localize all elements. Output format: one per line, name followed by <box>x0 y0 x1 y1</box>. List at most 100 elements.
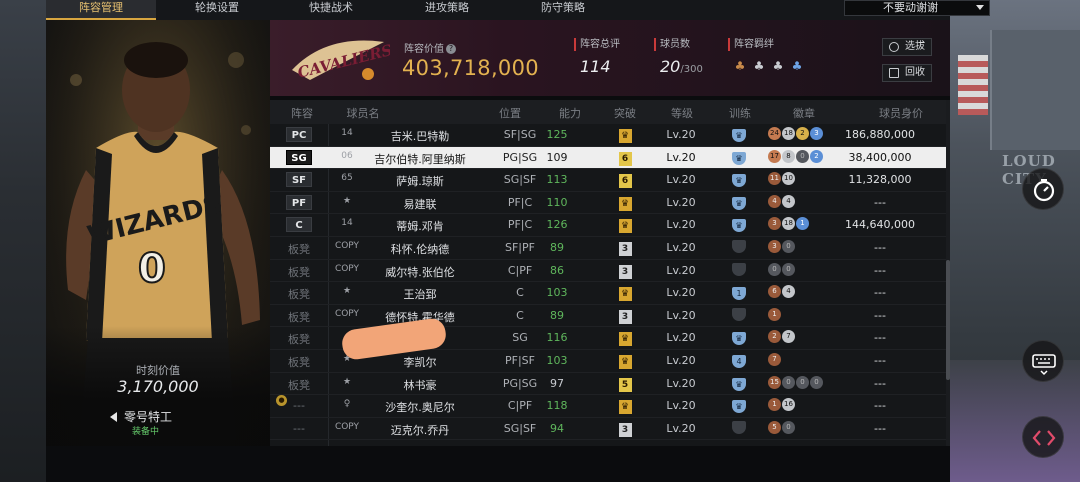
player-number: ♀ <box>343 399 351 410</box>
player-name[interactable]: 林书豪 <box>360 377 480 393</box>
player-name[interactable]: 蒂姆.邓肯 <box>360 218 480 234</box>
lineup-slot: 板凳 <box>288 265 310 279</box>
table-row[interactable]: 板凳 COPY 威尔特.张伯伦 C|PF 86 3 Lv.20 0 0 --- <box>270 260 946 283</box>
card-name[interactable]: 零号特工 <box>124 408 172 425</box>
breakthrough-cell: 3 <box>612 264 638 279</box>
background-right: LOUD CITY <box>950 0 1080 482</box>
training-cell <box>728 240 750 256</box>
player-number: ★ <box>342 376 352 387</box>
player-count: 20 <box>660 57 681 76</box>
player-level: Lv.20 <box>666 218 696 232</box>
player-name[interactable]: 易建联 <box>360 196 480 212</box>
player-name[interactable]: 吉米.巴特勒 <box>360 128 480 144</box>
player-salary: 38,400,000 <box>848 150 912 164</box>
col-level[interactable]: 等级 <box>662 105 702 121</box>
lineup-slot: 板凳 <box>288 288 310 302</box>
player-salary: --- <box>874 399 886 413</box>
training-shield-icon: ♛ <box>732 377 746 391</box>
help-icon[interactable]: ? <box>446 44 456 54</box>
player-name[interactable]: 威尔特.张伯伦 <box>360 264 480 280</box>
player-level: Lv.20 <box>666 195 696 209</box>
lineup-slot: SF <box>270 172 328 188</box>
col-badges[interactable]: 徽章 <box>784 105 824 121</box>
table-row[interactable]: 板凳 ★ 林书豪 PG|SG 97 5 Lv.20 ♛ 15 0 0 0 --- <box>270 373 946 396</box>
player-level: Lv.20 <box>666 399 696 413</box>
lineup-dropdown[interactable]: 不要动谢谢 <box>844 0 990 16</box>
keyboard-button[interactable] <box>1022 340 1064 382</box>
prev-card-arrow-icon[interactable] <box>110 412 117 422</box>
keyboard-icon <box>1032 354 1056 376</box>
table-row[interactable]: PF ★ 易建联 PF|C 110 ♛ Lv.20 ♛ 4 4 --- <box>270 192 946 215</box>
training-shield-icon <box>732 420 746 434</box>
tab-offense[interactable]: 进攻策略 <box>392 0 502 20</box>
lineup-slot: 板凳 <box>288 356 310 369</box>
training-cell: ♛ <box>728 128 750 142</box>
tab-rotation[interactable]: 轮换设置 <box>162 0 272 20</box>
col-position[interactable]: 位置 <box>490 105 530 121</box>
badge-count: 0 <box>782 375 795 389</box>
table-row[interactable]: --- COPY 迈克尔.乔丹 SG|SF 94 3 Lv.20 5 0 --- <box>270 418 946 441</box>
people-silver-icon: ♣ <box>772 59 784 73</box>
col-name[interactable]: 球员名 <box>338 105 388 121</box>
table-row[interactable]: C 14 蒂姆.邓肯 PF|C 126 ♛ Lv.20 ♛ 3 18 1 144,640,000 <box>270 214 946 237</box>
col-lineup[interactable]: 阵容 <box>278 105 326 121</box>
player-number: ★ <box>342 195 352 206</box>
table-row[interactable]: PC 14 吉米.巴特勒 SF|SG 125 ♛ Lv.20 ♛ 24 18 2 3 186,880,0… <box>270 124 946 147</box>
player-name[interactable]: 王治郅 <box>360 286 480 302</box>
player-name[interactable]: 萨姆.琼斯 <box>360 173 480 189</box>
chem-stat: 阵容羁绊 <box>728 38 798 51</box>
breakthrough-level: 3 <box>618 264 632 279</box>
training-shield-icon: ♛ <box>732 129 746 142</box>
player-name[interactable]: 吉尔伯特.阿里纳斯 <box>360 151 480 167</box>
scrollbar-thumb[interactable] <box>946 260 950 380</box>
breakthrough-level: 3 <box>618 242 632 256</box>
badges-cell: 7 <box>768 353 781 366</box>
breakthrough-cell: 6 <box>612 173 638 189</box>
table-row[interactable]: 板凳 ★ 王治郅 C 103 ♛ Lv.20 1 6 4 --- <box>270 282 946 305</box>
player-salary: --- <box>874 308 886 322</box>
recycle-button[interactable]: 回收 <box>882 64 932 82</box>
player-number: 14 <box>341 218 353 229</box>
player-level: Lv.20 <box>666 286 696 300</box>
col-ability[interactable]: 能力 <box>550 105 590 121</box>
crown-icon: ♛ <box>618 196 632 211</box>
top-nav: 阵容管理 轮换设置 快捷战术 进攻策略 防守策略 不要动谢谢 <box>46 0 990 20</box>
table-row[interactable]: 板凳 COPY 科怀.伦纳德 SF|PF 89 3 Lv.20 3 0 --- <box>270 237 946 260</box>
breakthrough-level: 6 <box>618 174 632 189</box>
player-name[interactable]: 沙奎尔.奥尼尔 <box>360 399 480 415</box>
select-button[interactable]: 选拔 <box>882 38 932 56</box>
lineup-slot: SG <box>270 149 328 165</box>
table-row[interactable]: SF 65 萨姆.琼斯 SG|SF 113 6 Lv.20 ♛ 11 10 11,328,000 <box>270 169 946 192</box>
badge-count: 17 <box>768 149 781 163</box>
player-salary: 186,880,000 <box>845 128 915 141</box>
tab-quick-tactics[interactable]: 快捷战术 <box>276 0 386 20</box>
recycle-icon <box>889 68 899 78</box>
player-number: 65 <box>341 173 353 184</box>
timer-button[interactable] <box>1022 168 1064 210</box>
col-salary[interactable]: 球员身价 <box>866 105 936 121</box>
table-row[interactable]: 板凳 COPY 德怀特.霍华德 C 89 3 Lv.20 1 --- <box>270 305 946 328</box>
lineup-slot: --- <box>270 399 328 412</box>
player-ability: 97 <box>550 376 564 390</box>
table-row[interactable]: ● --- ♀ 沙奎尔.奥尼尔 C|PF 118 ♛ Lv.20 ♛ 1 16 --- <box>270 395 946 418</box>
scrollbar[interactable] <box>946 100 950 446</box>
player-ability: 116 <box>546 331 568 345</box>
player-name[interactable]: 迈克尔.乔丹 <box>360 422 480 438</box>
tab-defense[interactable]: 防守策略 <box>508 0 618 20</box>
player-name[interactable]: 科怀.伦纳德 <box>360 241 480 257</box>
player-salary: --- <box>874 421 886 435</box>
col-training[interactable]: 训练 <box>720 105 760 121</box>
breakthrough-level: 5 <box>618 377 632 392</box>
breakthrough-cell: ♛ <box>612 354 638 369</box>
code-toggle-button[interactable] <box>1022 416 1064 458</box>
col-breakthrough[interactable]: 突破 <box>606 105 644 121</box>
tab-roster[interactable]: 阵容管理 <box>46 0 156 20</box>
player-ability: 118 <box>546 399 568 413</box>
table-row[interactable]: SG 06 吉尔伯特.阿里纳斯 PG|SG 109 6 Lv.20 ♛ 17 8 0 2 38,400,… <box>270 146 946 170</box>
select-button-label: 选拔 <box>905 41 925 52</box>
lineup-slot: --- <box>293 421 305 435</box>
training-cell <box>728 307 750 324</box>
building-decor <box>990 30 1080 150</box>
people-bronze-icon: ♣ <box>734 59 746 73</box>
badges-cell: 24 18 2 3 <box>768 127 823 140</box>
